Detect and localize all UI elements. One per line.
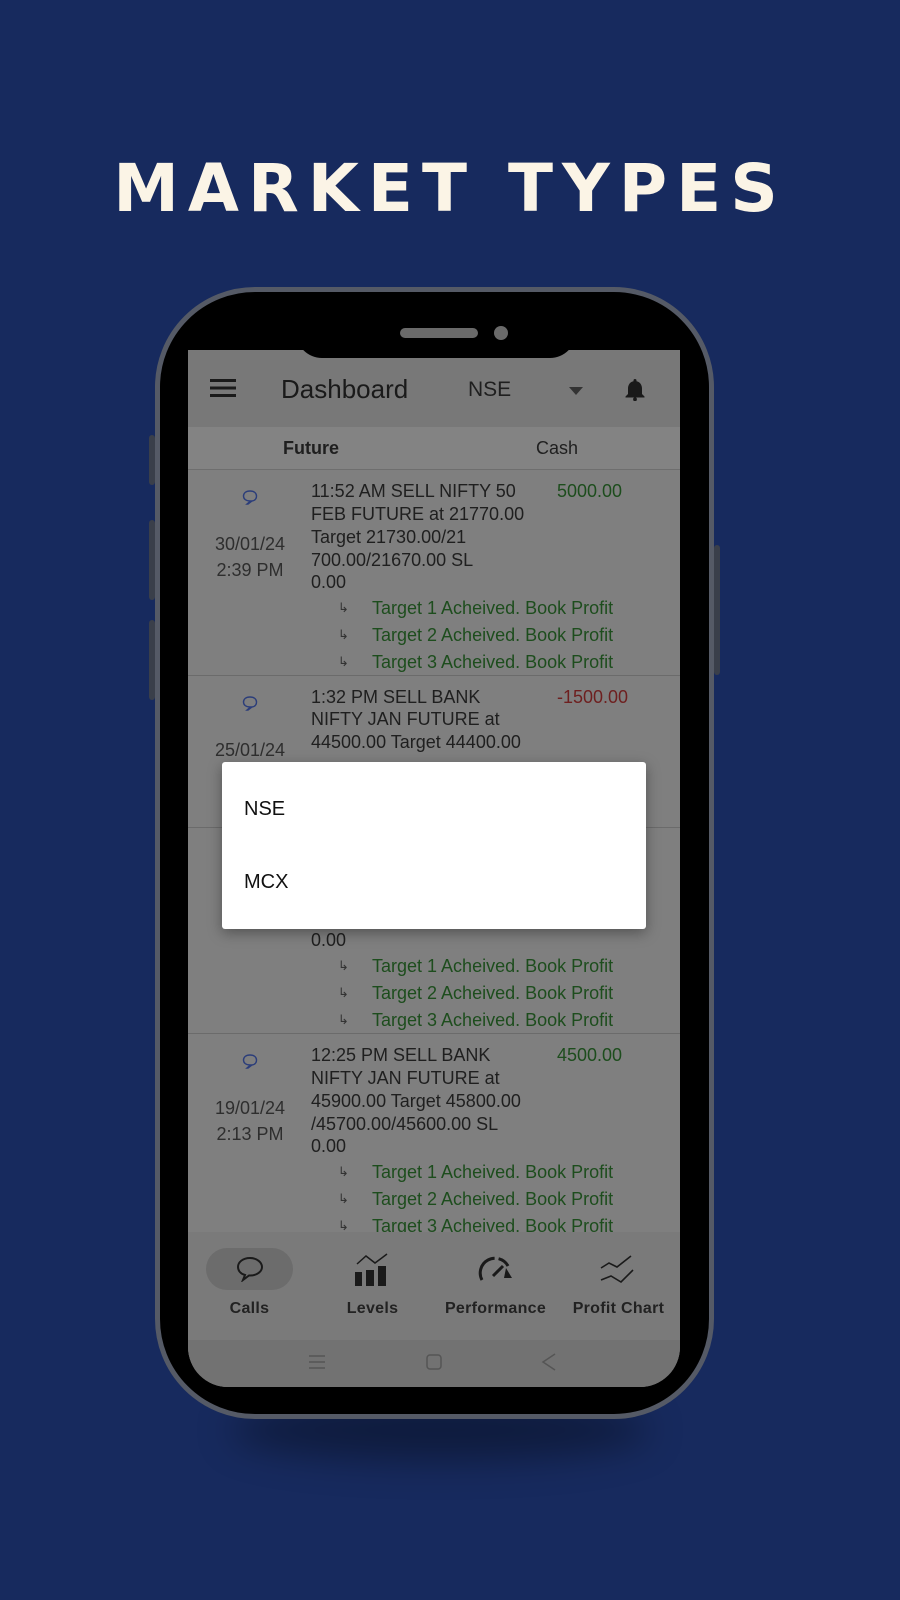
- menu-icon[interactable]: [210, 378, 236, 398]
- phone-camera: [494, 326, 508, 340]
- system-nav-bar: [188, 1340, 680, 1387]
- call-text: 1:32 PM SELL BANK: [311, 687, 481, 707]
- tab-bar: Future Cash: [188, 427, 680, 470]
- tab-cash[interactable]: Cash: [434, 438, 680, 459]
- call-amount: -1500.00: [557, 687, 629, 707]
- phone-button: [714, 545, 720, 675]
- sub-arrow-icon: ↳: [338, 627, 349, 642]
- tab-future[interactable]: Future: [188, 438, 434, 459]
- sub-arrow-icon: ↳: [338, 985, 349, 1000]
- call-date: 25/01/24: [214, 740, 286, 760]
- bell-icon[interactable]: [624, 377, 646, 401]
- call-text: /45700.00/45600.00 SL: [311, 1114, 499, 1134]
- call-card[interactable]: 30/01/24 2:39 PM 11:52 AM SELL NIFTY 50 …: [188, 470, 680, 676]
- target-status: Target 1 Acheived. Book Profit: [372, 598, 614, 618]
- call-text: 12:25 PM SELL BANK: [311, 1045, 491, 1065]
- phone-notch: [296, 318, 576, 358]
- nav-label: Profit Chart: [572, 1300, 665, 1317]
- option-mcx[interactable]: MCX: [244, 871, 288, 894]
- call-text: Target 21730.00/21: [311, 527, 467, 547]
- call-text: 0.00: [311, 572, 347, 592]
- sub-arrow-icon: ↳: [338, 600, 349, 615]
- call-text: FEB FUTURE at 21770.00: [311, 504, 525, 524]
- target-status: Target 2 Acheived. Book Profit: [372, 1189, 614, 1209]
- market-dropdown-menu: NSE MCX: [222, 762, 646, 929]
- call-text: 11:52 AM SELL NIFTY 50: [311, 481, 516, 501]
- sub-arrow-icon: ↳: [338, 1191, 349, 1206]
- trend-lines-icon: [600, 1255, 634, 1284]
- nav-label: Calls: [229, 1300, 270, 1317]
- phone-button: [149, 620, 155, 700]
- chat-bubble-icon: [236, 1256, 264, 1282]
- call-time: 2:13 PM: [216, 1124, 284, 1144]
- nav-profit-chart[interactable]: Profit Chart: [557, 1232, 680, 1340]
- call-amount: 4500.00: [557, 1045, 623, 1065]
- call-amount: 5000.00: [557, 481, 623, 501]
- sub-arrow-icon: ↳: [338, 1012, 349, 1027]
- market-selected: NSE: [468, 378, 512, 401]
- call-card[interactable]: 19/01/24 2:13 PM 12:25 PM SELL BANK NIFT…: [188, 1034, 680, 1240]
- sub-arrow-icon: ↳: [338, 958, 349, 973]
- chat-icon: [242, 490, 258, 505]
- call-text: 44500.00 Target 44400.00: [311, 732, 521, 752]
- speedometer-icon: [478, 1256, 512, 1281]
- app-header: Dashboard NSE: [188, 350, 680, 427]
- call-text: 0.00: [311, 930, 347, 950]
- target-status: Target 2 Acheived. Book Profit: [372, 625, 614, 645]
- call-time: 2:39 PM: [216, 560, 284, 580]
- target-status: Target 1 Acheived. Book Profit: [372, 956, 614, 976]
- call-text: 0.00: [311, 1136, 347, 1156]
- chevron-down-icon: [569, 387, 583, 395]
- target-status: Target 3 Acheived. Book Profit: [372, 652, 614, 672]
- page-title: Dashboard: [281, 374, 409, 404]
- banner-title: MARKET TYPES: [113, 150, 787, 227]
- target-status: Target 2 Acheived. Book Profit: [372, 983, 614, 1003]
- recents-icon[interactable]: [308, 1354, 326, 1370]
- nav-performance[interactable]: Performance: [434, 1232, 557, 1340]
- nav-levels[interactable]: Levels: [311, 1232, 434, 1340]
- chat-icon: [242, 696, 258, 711]
- target-status: Target 3 Acheived. Book Profit: [372, 1010, 614, 1030]
- call-text: 700.00/21670.00 SL: [311, 550, 474, 570]
- phone-speaker: [400, 328, 478, 338]
- sub-arrow-icon: ↳: [338, 654, 349, 669]
- back-icon[interactable]: [541, 1353, 557, 1371]
- nav-label: Performance: [444, 1300, 547, 1317]
- nav-label: Levels: [346, 1300, 399, 1317]
- call-text: 45900.00 Target 45800.00: [311, 1091, 521, 1111]
- call-date: 30/01/24: [214, 534, 286, 554]
- call-text: NIFTY JAN FUTURE at: [311, 1068, 500, 1088]
- phone-button: [149, 520, 155, 600]
- bar-chart-icon: [355, 1253, 388, 1286]
- call-text: NIFTY JAN FUTURE at: [311, 709, 500, 729]
- sub-arrow-icon: ↳: [338, 1164, 349, 1179]
- bottom-nav: Calls Levels Performance Profit Chart: [188, 1232, 680, 1340]
- home-icon[interactable]: [426, 1354, 442, 1370]
- option-nse[interactable]: NSE: [244, 798, 285, 821]
- phone-button: [149, 435, 155, 485]
- call-date: 19/01/24: [214, 1098, 286, 1118]
- nav-calls[interactable]: Calls: [188, 1232, 311, 1340]
- target-status: Target 1 Acheived. Book Profit: [372, 1162, 614, 1182]
- chat-icon: [242, 1054, 258, 1069]
- market-dropdown[interactable]: NSE: [458, 370, 588, 408]
